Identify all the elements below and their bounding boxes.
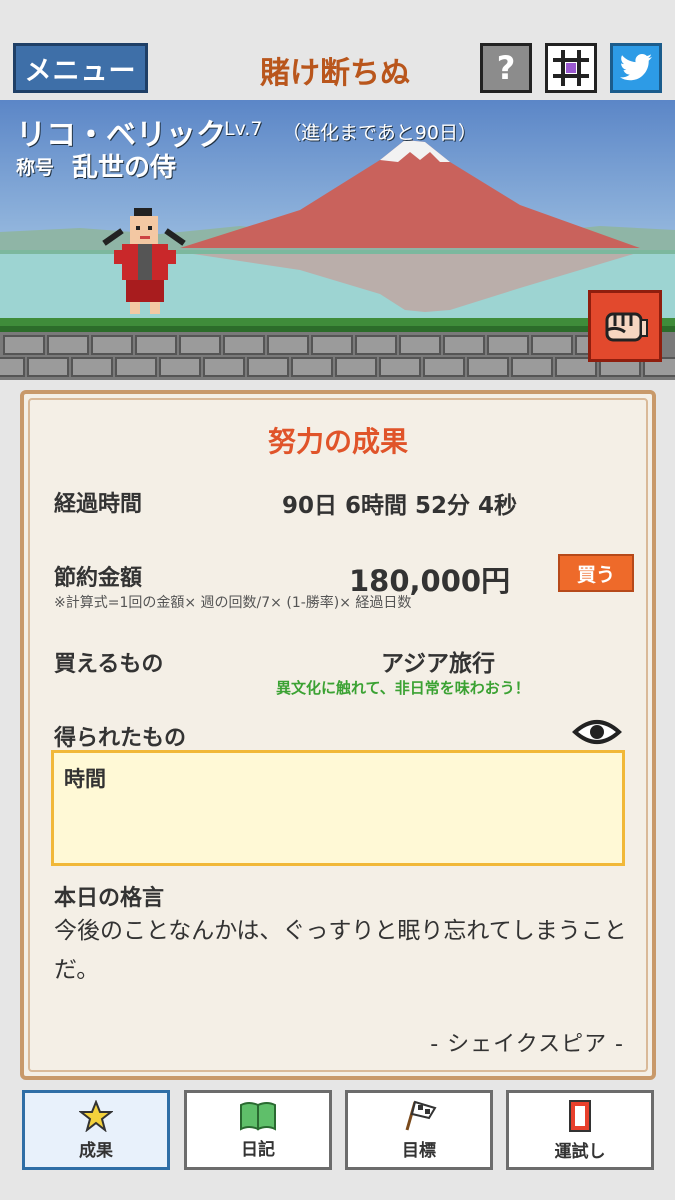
tab-results-label: 成果 — [79, 1140, 113, 1161]
buyable-value-row: アジア旅行 — [24, 644, 652, 678]
eye-icon[interactable] — [572, 716, 622, 748]
star-icon — [79, 1099, 113, 1132]
app-title: 賭け断ちぬ — [260, 56, 410, 91]
tab-fortune[interactable]: 運試し — [506, 1090, 654, 1170]
buyable-value: アジア旅行 — [380, 651, 496, 677]
gained-value: 時間 — [64, 767, 106, 791]
quote-author: - シェイクスピア - — [430, 1032, 624, 1057]
flag-icon — [405, 1100, 437, 1130]
elapsed-value: 90日 6時間 52分 4秒 — [282, 493, 518, 519]
app-header: メニュー 賭け断ちぬ ? — [0, 0, 675, 100]
tab-fortune-label: 運試し — [554, 1141, 606, 1162]
tab-diary-label: 日記 — [241, 1139, 275, 1160]
buy-button[interactable]: 買う — [558, 554, 634, 592]
menu-button[interactable]: メニュー — [13, 43, 148, 93]
quote-label: 本日の格言 — [54, 886, 165, 911]
samurai-character — [102, 208, 186, 314]
grid-icon — [553, 50, 589, 86]
character-level: Lv.7 — [224, 118, 263, 140]
rank-title-label: 称号 — [16, 157, 55, 179]
elapsed-label: 経過時間 — [54, 492, 143, 517]
gained-label: 得られたもの — [54, 726, 187, 751]
saved-label: 節約金額 — [54, 566, 143, 591]
twitter-bird-icon — [619, 54, 652, 81]
help-button[interactable]: ? — [480, 43, 532, 93]
fist-icon — [605, 312, 648, 342]
grid-button[interactable] — [545, 43, 597, 93]
saved-formula: ※計算式=1回の金額× 週の回数/7× (1-勝率)× 経過日数 — [54, 595, 412, 611]
card-icon — [569, 1099, 591, 1132]
twitter-share-button[interactable] — [610, 43, 662, 93]
tab-results[interactable]: 成果 — [22, 1090, 170, 1170]
gained-textbox[interactable]: 時間 — [51, 750, 625, 866]
tab-diary[interactable]: 日記 — [184, 1090, 332, 1170]
results-heading: 努力の成果 — [267, 425, 408, 458]
quote-text: 今後のことなんかは、ぐっすりと眠り忘れてしまうことだ。 — [54, 918, 627, 983]
results-panel: 努力の成果 経過時間 90日 6時間 52分 4秒 節約金額 180,000円 … — [20, 390, 656, 1080]
tab-goal[interactable]: 目標 — [345, 1090, 493, 1170]
buyable-description: 異文化に触れて、非日常を味わおう！ — [276, 679, 530, 697]
tab-goal-label: 目標 — [402, 1140, 436, 1161]
fist-button[interactable] — [588, 290, 662, 362]
rank-title-value: 乱世の侍 — [72, 153, 177, 183]
book-icon — [240, 1101, 276, 1131]
evolve-countdown: （進化まであと90日） — [282, 122, 477, 144]
